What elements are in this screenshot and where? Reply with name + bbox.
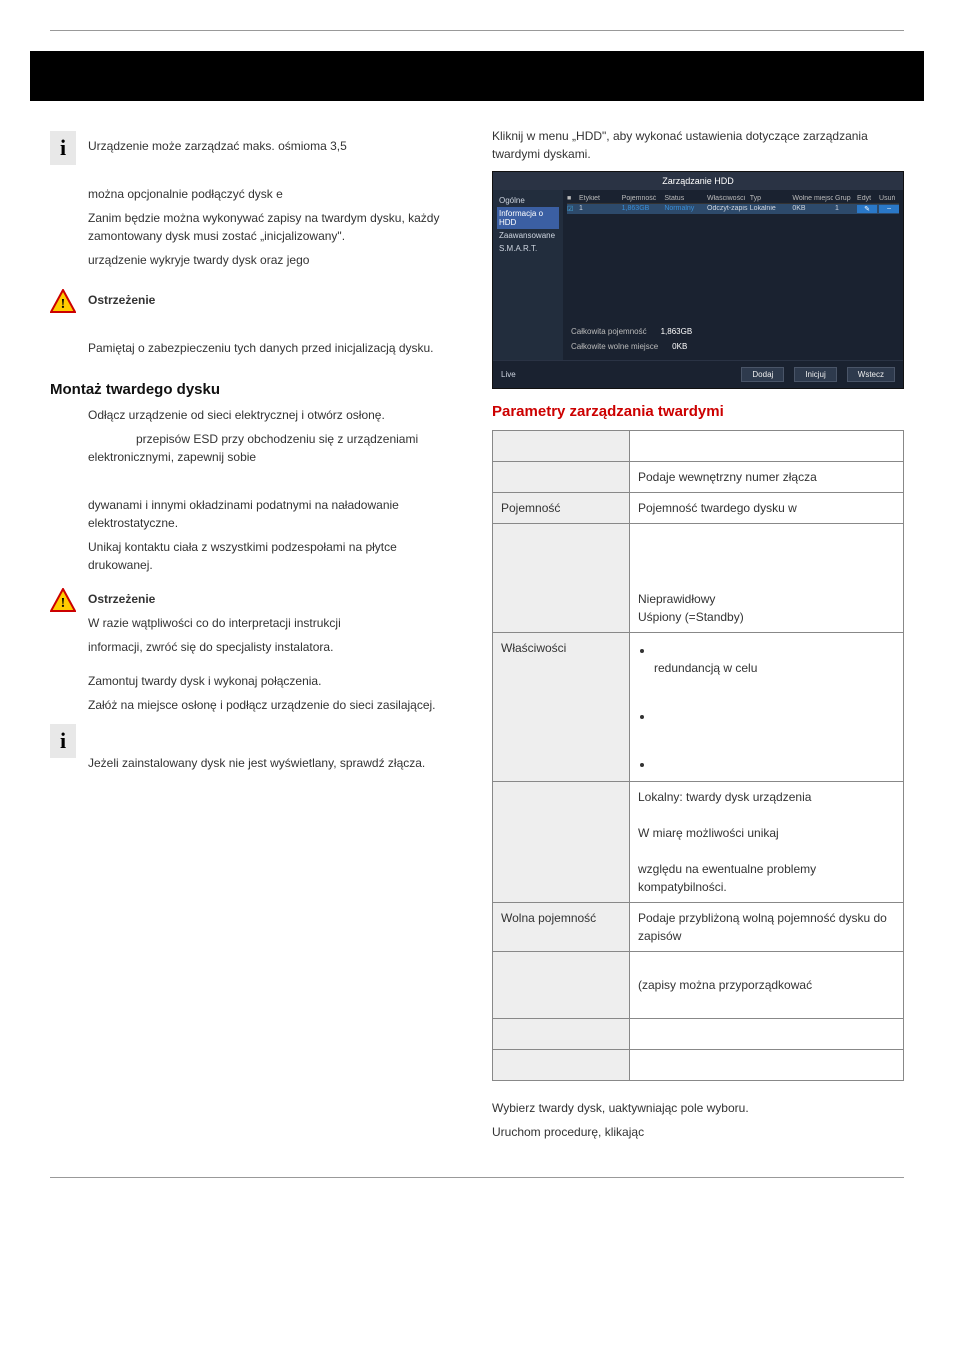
hdd-r-prop: Odczyt-zapis [707,205,748,213]
mount-heading: Montaż twardego dysku [50,381,462,398]
hdd-r-num: 1 [579,205,620,213]
hdd-h-gr: Grup [835,195,855,202]
hdd-side-info: Informacja o HDD [497,207,559,229]
edit-icon: ✎ [857,205,877,213]
table-row: Właściwości redundancją w celu [493,633,904,782]
mount-p3: dywanami i innymi okładzinami podatnymi … [88,496,462,532]
hdd-side-ogolne: Ogólne [497,194,559,207]
info-icon: i [50,724,76,758]
hdd-main-panel: ■ Etykiet Pojemność Status Właściwości T… [563,190,903,360]
hdd-footer: Live Dodaj Inicjuj Wstecz [493,360,903,388]
table-row [493,1050,904,1081]
right-column: Kliknij w menu „HDD", aby wykonać ustawi… [492,121,904,1147]
hdd-h-us: Usuń [879,195,899,202]
hdd-table-header: ■ Etykiet Pojemność Status Właściwości T… [567,194,899,204]
black-header-bar [30,51,924,101]
mount-p6: Załóż na miejsce osłonę i podłącz urządz… [88,696,462,714]
delete-icon: – [879,205,899,213]
hdd-table-row: ☑ 1 1,863GB Normalny Odczyt-zapis Lokaln… [567,204,899,214]
hdd-r-grp: 1 [835,205,855,213]
cell-status-invalid: Nieprawidłowy [638,590,895,608]
hdd-h-wolne: Wolne miejsc [792,195,833,202]
hdd-summary-1: Całkowita pojemność 1,863GB [567,324,899,339]
cell-connector: Podaje wewnętrzny numer złącza [630,462,904,493]
hdd-r-type: Lokalnie [750,205,791,213]
mount-p5: Zamontuj twardy dysk i wykonaj połączeni… [88,672,462,690]
left-column: i Urządzenie może zarządzać maks. ośmiom… [50,121,462,1147]
cell-type-compat: względu na ewentualne problemy kompatybi… [638,860,895,896]
info-box-1: i Urządzenie może zarządzać maks. ośmiom… [50,131,462,275]
bottom-rule [50,1177,904,1178]
cell-capacity-label: Pojemność [493,493,630,524]
warn2-text1: W razie wątpliwości co do interpretacji … [88,614,462,632]
warn2-text2: informacji, zwróć się do specjalisty ins… [88,638,462,656]
table-row [493,1019,904,1050]
info-icon: i [50,131,76,165]
hdd-sum2v: 0KB [672,342,687,351]
table-row: Nieprawidłowy Uśpiony (=Standby) [493,524,904,633]
info1-line3: Zanim będzie można wykonywać zapisy na t… [88,209,462,245]
svg-text:!: ! [61,596,66,611]
info1-line4: urządzenie wykryje twardy dysk oraz jego [88,251,462,269]
hdd-h-poj: Pojemność [622,195,663,202]
warning-box-2: ! Ostrzeżenie W razie wątpliwości co do … [50,584,462,662]
hdd-r-cap: 1,863GB [622,205,663,213]
cell-capacity-desc: Pojemność twardego dysku w [630,493,904,524]
cell-assign-desc: (zapisy można przyporządkować [638,976,895,994]
cell-status-standby: Uśpiony (=Standby) [638,608,895,626]
hdd-sum2l: Całkowite wolne miejsce [571,342,658,351]
hdd-sum1v: 1,863GB [661,327,693,336]
table-row: Wolna pojemność Podaje przybliżoną wolną… [493,903,904,952]
hdd-h-wlas: Właściwości [707,195,748,202]
hdd-side-smart: S.M.A.R.T. [497,242,559,255]
info1-line2: można opcjonalnie podłączyć dysk e [88,185,462,203]
table-row: Lokalny: twardy dysk urządzenia W miarę … [493,782,904,903]
hdd-sum1l: Całkowita pojemność [571,327,647,336]
svg-text:!: ! [61,297,66,312]
top-rule [50,30,904,31]
intro-para: Kliknij w menu „HDD", aby wykonać ustawi… [492,127,904,163]
info1-line1: Urządzenie może zarządzać maks. ośmioma … [88,137,462,155]
warning-icon: ! [50,584,76,616]
hdd-live-label: Live [501,367,516,382]
mount-p2: przepisów ESD przy obchodzeniu się z urz… [88,432,418,464]
outro-p1: Wybierz twardy dysk, uaktywniając pole w… [492,1099,904,1117]
hdd-btn-add: Dodaj [741,367,784,382]
table-row: Podaje wewnętrzny numer złącza [493,462,904,493]
cell-props-redundancy: redundancją w celu [654,661,757,675]
cell-free-desc: Podaje przybliżoną wolną pojemność dysku… [630,903,904,952]
hdd-window-title: Zarządzanie HDD [493,172,903,190]
hdd-r-status: Normalny [664,205,705,213]
table-row: (zapisy można przyporządkować [493,952,904,1019]
cell-props-label: Właściwości [493,633,630,782]
hdd-h-status: Status [664,195,705,202]
params-table: Podaje wewnętrzny numer złącza Pojemność… [492,430,904,1081]
cell-free-label: Wolna pojemność [493,903,630,952]
hdd-h-typ: Typ [750,195,791,202]
params-heading: Parametry zarządzania twardymi [492,403,904,420]
hdd-btn-init: Inicjuj [794,367,836,382]
mount-p1: Odłącz urządzenie od sieci elektrycznej … [88,406,462,424]
hdd-r-free: 0KB [792,205,833,213]
table-row: Pojemność Pojemność twardego dysku w [493,493,904,524]
warn1-title: Ostrzeżenie [88,291,462,309]
info-box-2: i Jeżeli zainstalowany dysk nie jest wyś… [50,724,462,778]
table-row [493,431,904,462]
hdd-management-screenshot: Zarządzanie HDD Ogólne Informacja o HDD … [492,171,904,389]
hdd-side-zaaw: Zaawansowane [497,229,559,242]
hdd-sidebar: Ogólne Informacja o HDD Zaawansowane S.M… [493,190,563,360]
mount-p4: Unikaj kontaktu ciała z wszystkimi podze… [88,538,462,574]
info2-text: Jeżeli zainstalowany dysk nie jest wyświ… [88,754,462,772]
hdd-h-ed: Edyt [857,195,877,202]
hdd-summary-2: Całkowite wolne miejsce 0KB [567,339,899,354]
cell-type-avoid: W miarę możliwości unikaj [638,824,895,842]
warn2-title: Ostrzeżenie [88,590,462,608]
warning-icon: ! [50,285,76,317]
hdd-btn-back: Wstecz [847,367,895,382]
warning-box-1: ! Ostrzeżenie Pamiętaj o zabezpieczeniu … [50,285,462,363]
outro-p2: Uruchom procedurę, klikając [492,1123,904,1141]
warn1-text: Pamiętaj o zabezpieczeniu tych danych pr… [88,339,462,357]
cell-type-local: Lokalny: twardy dysk urządzenia [638,788,895,806]
hdd-h-etykieta: Etykiet [579,195,620,202]
